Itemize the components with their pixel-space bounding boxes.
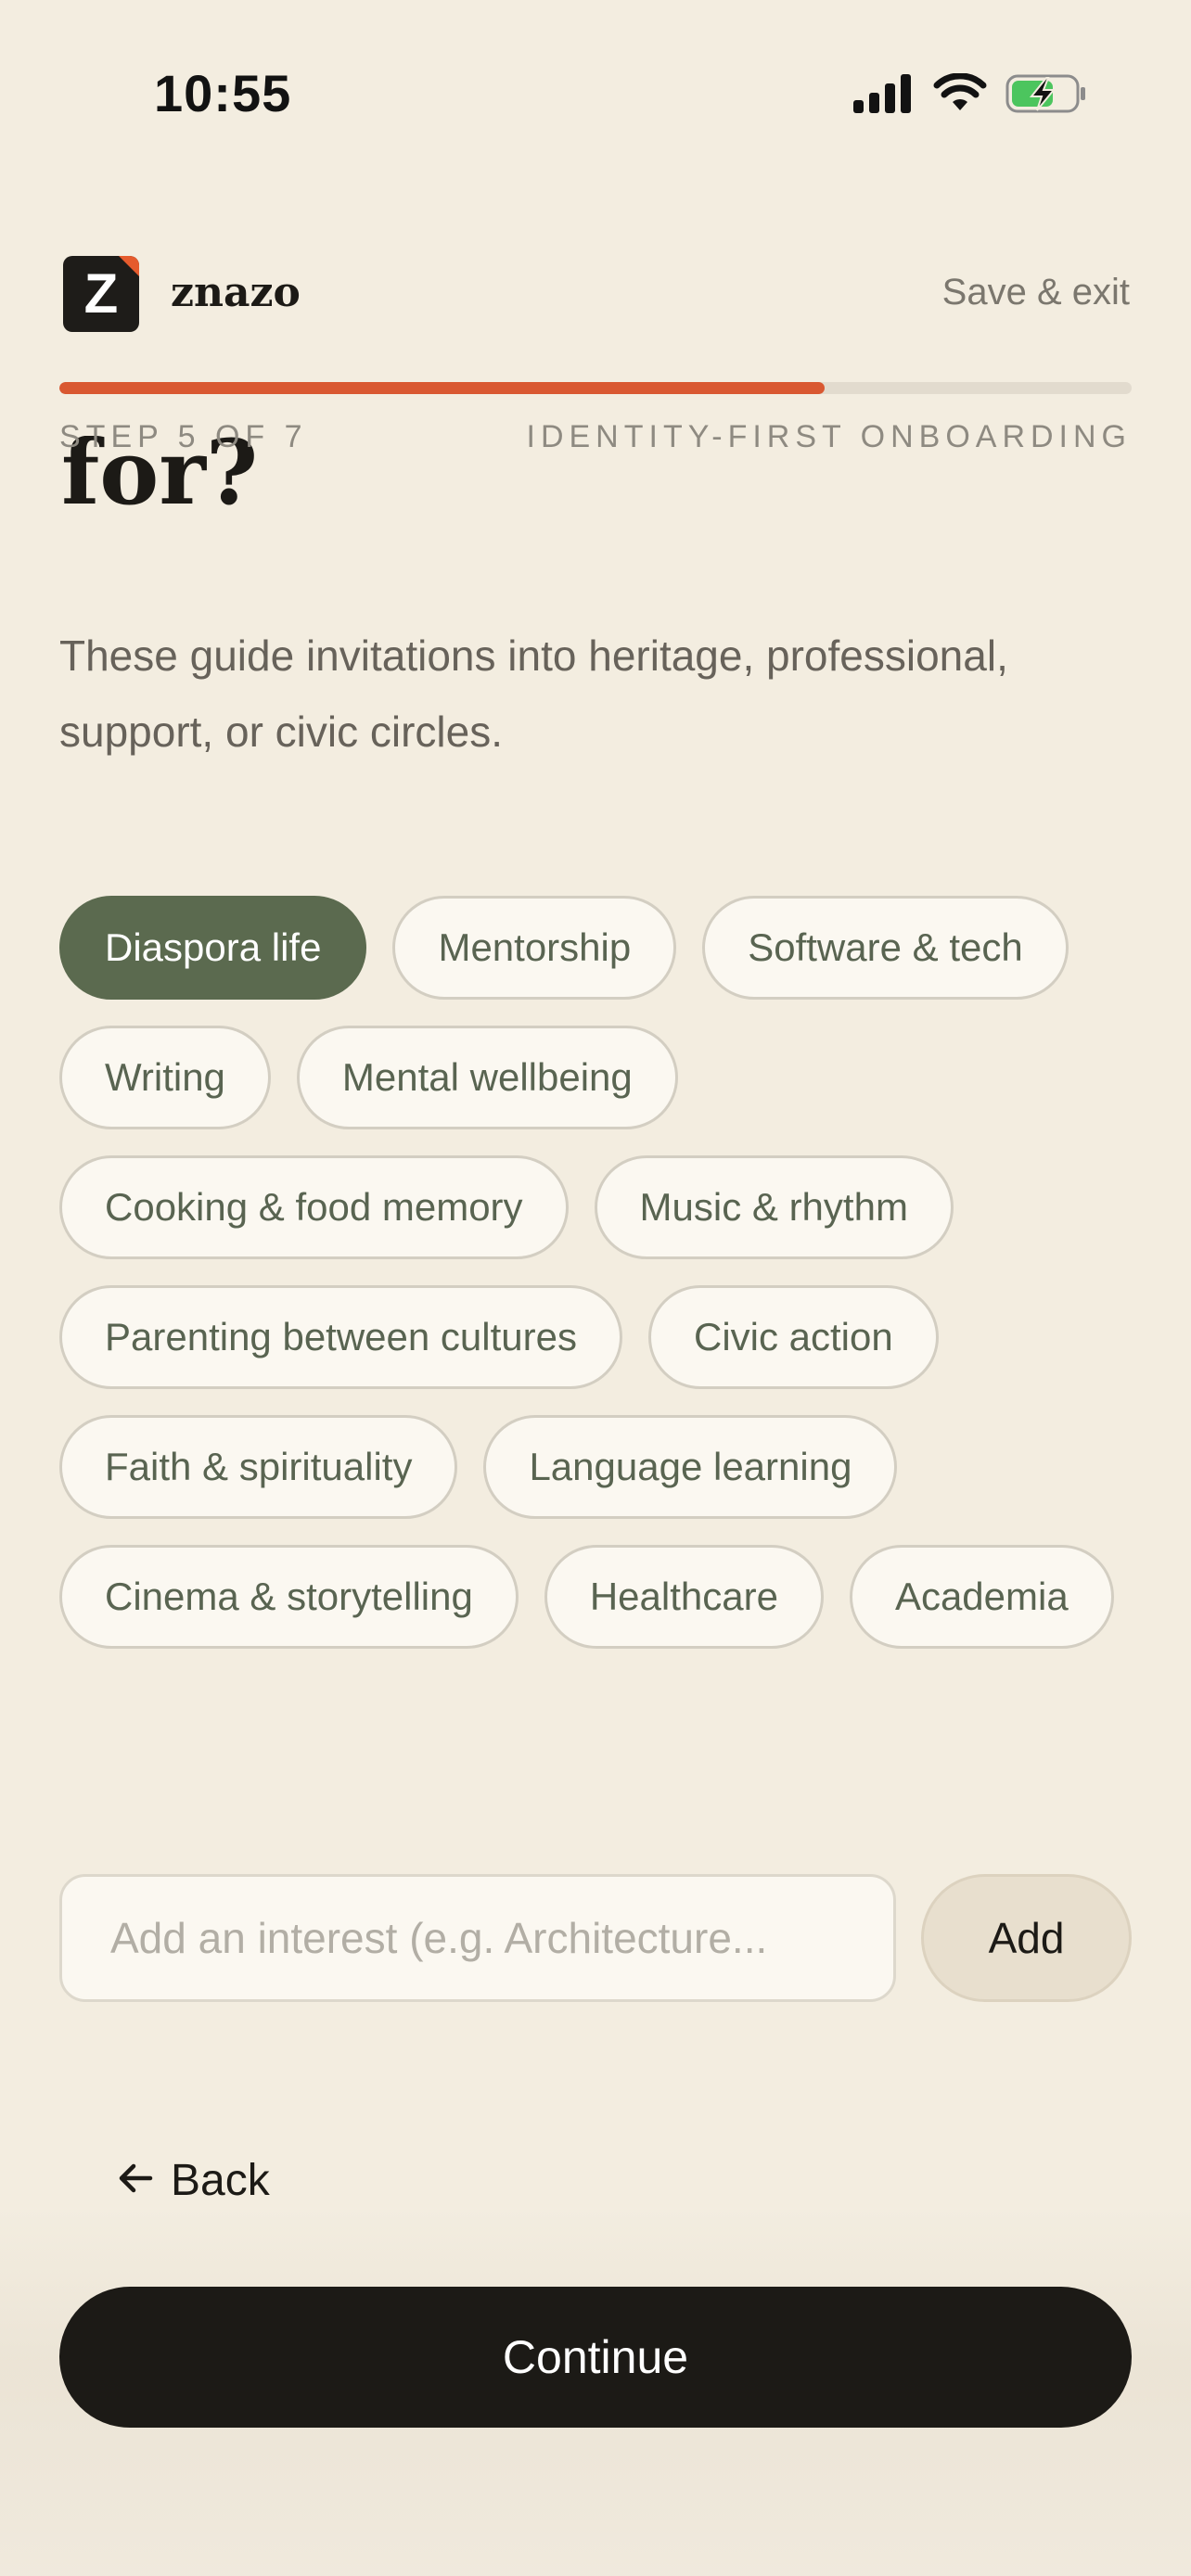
status-icons: [852, 72, 1087, 115]
interest-chip[interactable]: Diaspora life: [59, 896, 367, 1000]
onboarding-screen: 10:55 Z znazo Save & exit STEP 5 OF 7 ID…: [0, 0, 1191, 2576]
status-time: 10:55: [154, 64, 292, 122]
logo-corner-accent: [119, 256, 139, 276]
progress-bar: [59, 382, 1132, 394]
interest-chip[interactable]: Language learning: [483, 1415, 898, 1519]
interest-chip[interactable]: Healthcare: [544, 1545, 824, 1649]
interest-chip[interactable]: Academia: [849, 1545, 1114, 1649]
interest-chip[interactable]: Music & rhythm: [594, 1155, 954, 1259]
add-interest-input[interactable]: [59, 1874, 896, 2002]
interest-chip[interactable]: Mentorship: [392, 896, 677, 1000]
back-label: Back: [171, 2156, 270, 2205]
wifi-icon: [933, 73, 987, 114]
interest-chip[interactable]: Cinema & storytelling: [59, 1545, 519, 1649]
interest-chip[interactable]: Civic action: [647, 1285, 939, 1389]
interest-chip[interactable]: Parenting between cultures: [59, 1285, 622, 1389]
interest-chip[interactable]: Writing: [59, 1026, 271, 1129]
add-interest-button[interactable]: Add: [921, 1874, 1132, 2002]
save-exit-button[interactable]: Save & exit: [942, 272, 1130, 313]
progress-bar-fill: [59, 382, 826, 394]
arrow-left-icon: [117, 2155, 154, 2206]
signal-icon: [852, 72, 913, 115]
flow-label: IDENTITY-FIRST ONBOARDING: [526, 419, 1132, 454]
step-label: STEP 5 OF 7: [59, 419, 308, 454]
interest-chip[interactable]: Software & tech: [702, 896, 1069, 1000]
continue-button[interactable]: Continue: [59, 2287, 1132, 2428]
interest-chip[interactable]: Cooking & food memory: [59, 1155, 569, 1259]
interest-chip[interactable]: Faith & spirituality: [59, 1415, 458, 1519]
logo-mark: Z: [63, 256, 139, 332]
brand-wordmark: znazo: [171, 269, 301, 316]
battery-charging-icon: [1005, 73, 1087, 114]
interest-chip[interactable]: Mental wellbeing: [296, 1026, 678, 1129]
page-description: These guide invitations into heritage, p…: [59, 631, 1008, 756]
back-button[interactable]: Back: [117, 2155, 270, 2206]
interest-chip-list: Diaspora life Mentorship Software & tech Wr…: [59, 896, 1145, 1649]
